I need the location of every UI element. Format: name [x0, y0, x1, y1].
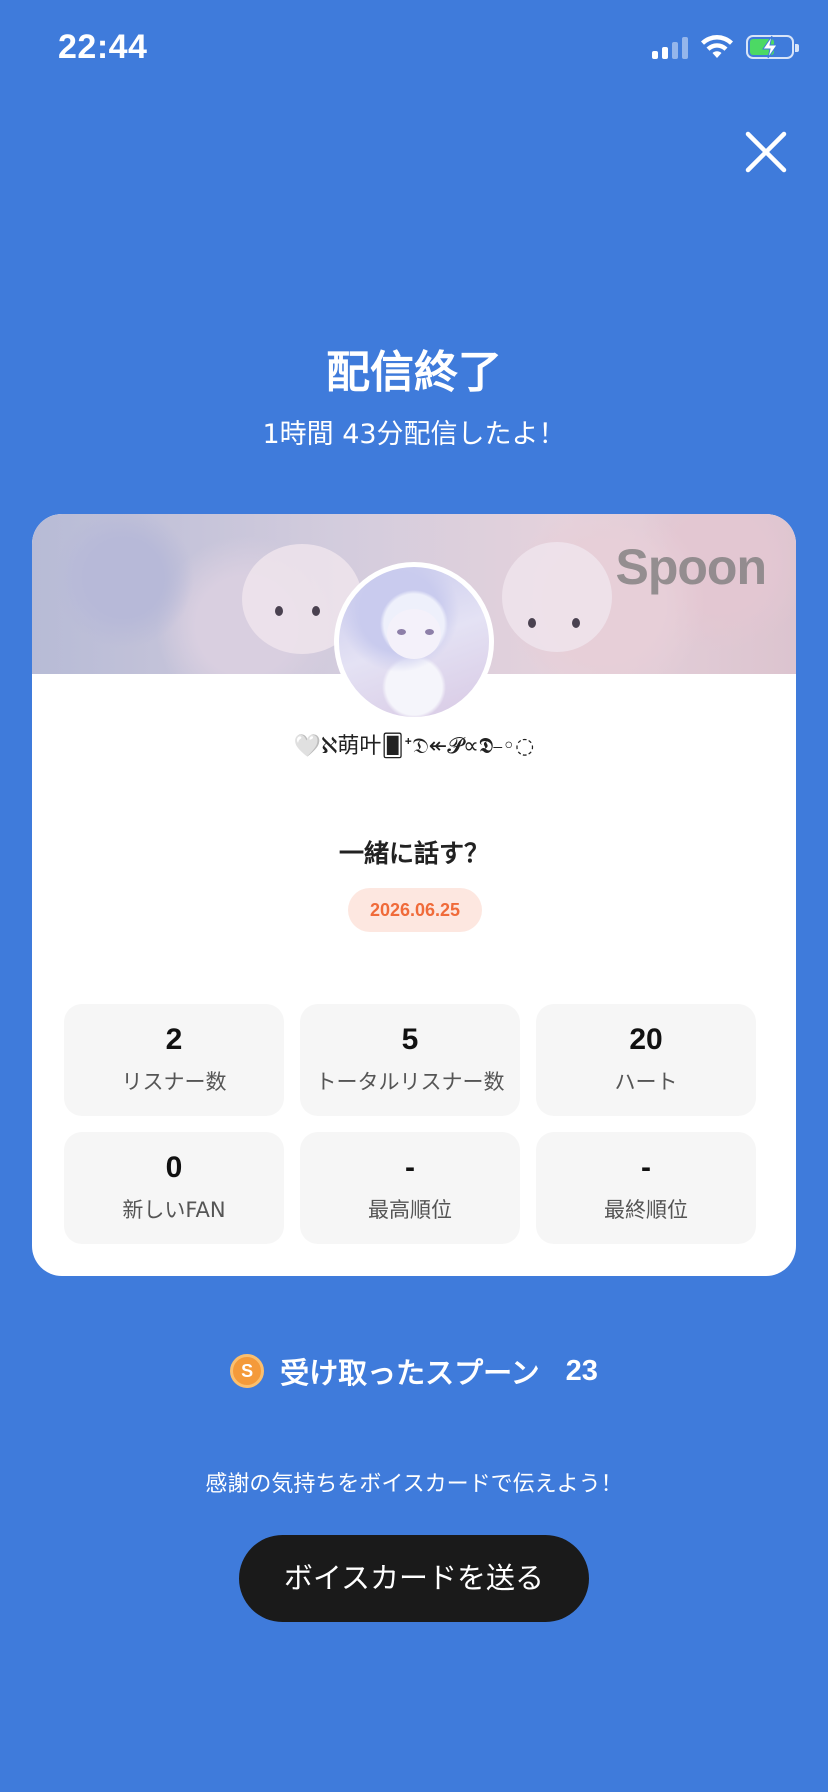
stat-hearts: 20 ハート [536, 1004, 756, 1116]
signal-icon [652, 35, 688, 59]
spoon-coin-icon: S [230, 1354, 265, 1388]
stat-value: 2 [165, 1023, 183, 1056]
stat-listeners: 2 リスナー数 [64, 1004, 284, 1116]
status-time: 22:44 [58, 28, 148, 66]
broadcast-summary-card: Spoon 🤍ℵ萌叶🂠ᐩ𝔇↞𝓟∝𝕯⎯◦◌ 一緒に話す？ 2026.06.25 2… [32, 514, 796, 1276]
stat-label: 新しいFAN [122, 1198, 226, 1222]
stat-highest-rank: - 最高順位 [300, 1132, 520, 1244]
spoon-logo: Spoon [615, 539, 767, 595]
stat-value: 0 [165, 1151, 183, 1184]
stat-new-fans: 0 新しいFAN [64, 1132, 284, 1244]
date-badge: 2026.06.25 [348, 888, 482, 932]
stat-value: - [405, 1151, 415, 1184]
stream-title: 一緒に話す？ [338, 839, 489, 868]
stat-label: トータルリスナー数 [315, 1070, 505, 1094]
stat-value: 5 [401, 1023, 419, 1056]
stat-label: リスナー数 [121, 1070, 227, 1094]
status-icons [652, 34, 799, 60]
wifi-icon [701, 35, 733, 58]
stat-label: 最終順位 [604, 1198, 688, 1222]
spoons-received-count: 23 [565, 1354, 598, 1387]
stat-label: ハート [614, 1070, 678, 1094]
page-title: 配信終了 [326, 347, 502, 398]
username: 🤍ℵ萌叶🂠ᐩ𝔇↞𝓟∝𝕯⎯◦◌ [293, 734, 535, 759]
stat-final-rank: - 最終順位 [536, 1132, 756, 1244]
avatar[interactable] [334, 562, 494, 722]
send-voice-card-button[interactable]: ボイスカードを送る [239, 1535, 589, 1622]
stat-value: - [641, 1151, 651, 1184]
battery-charging-icon [746, 35, 799, 59]
stat-total-listeners: 5 トータルリスナー数 [300, 1004, 520, 1116]
thanks-message: 感謝の気持ちをボイスカードで伝えよう！ [205, 1472, 623, 1497]
stats-grid: 2 リスナー数 5 トータルリスナー数 20 ハート 0 新しいFAN - 最高… [64, 1004, 756, 1244]
close-button[interactable] [744, 130, 788, 174]
stat-label: 最高順位 [368, 1198, 452, 1222]
spoons-received-label: 受け取ったスプーン [280, 1356, 540, 1390]
broadcast-duration: 1時間 43分配信したよ！ [262, 419, 566, 450]
close-icon [745, 131, 787, 173]
status-bar: 22:44 [0, 0, 828, 100]
stat-value: 20 [629, 1023, 663, 1056]
spoons-received: S 受け取ったスプーン 23 [0, 1350, 828, 1392]
